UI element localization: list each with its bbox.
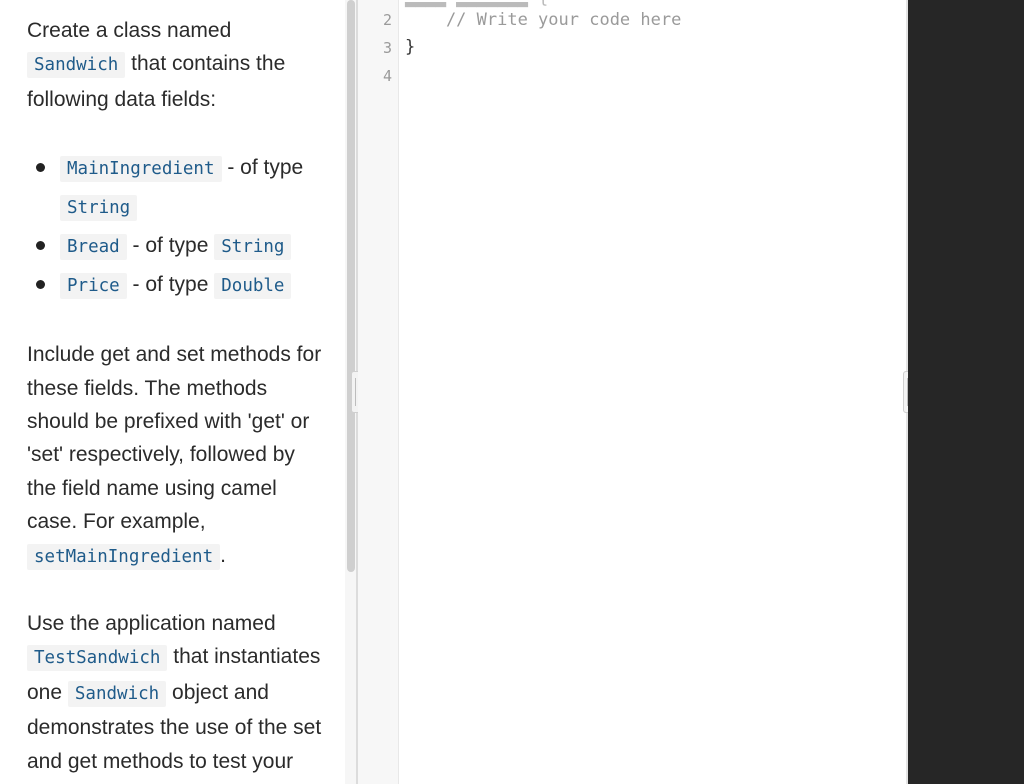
code-line-closing-brace[interactable]: } [405,37,415,57]
list-item: Price - of type Double [27,266,327,305]
code-sandwich: Sandwich [27,52,126,79]
code-test-class: TestSandwich [27,645,168,672]
line-number: 4 [382,67,392,85]
line-number: 2 [382,11,392,29]
code-editor[interactable]: 2 3 4 ▂▂▂▂ ▂▂▂▂▂▂▂ { // Write your code … [358,0,908,784]
instruction-paragraph-2: Include get and set methods for these fi… [27,338,327,574]
instruction-paragraph-1: Create a class named Sandwich that conta… [27,14,327,116]
code-example-method: setMainIngredient [27,543,221,570]
code-line-comment[interactable]: // Write your code here [405,10,681,30]
instruction-paragraph-3: Use the application named TestSandwich t… [27,607,327,784]
text: Use the application named [27,612,276,636]
output-panel [908,0,1024,784]
code-sandwich: Sandwich [67,680,167,707]
instructions-content: Create a class named Sandwich that conta… [27,14,327,784]
instructions-pane: Create a class named Sandwich that conta… [0,0,348,784]
line-number: 3 [382,39,392,57]
field-sep: - of type [132,234,209,258]
text: . [220,543,226,567]
field-type: String [214,234,292,261]
field-type: String [60,195,138,222]
text: Include get and set methods for these fi… [27,343,322,534]
field-sep: - of type [227,156,304,180]
field-sep: - of type [132,273,209,297]
field-name: Price [60,273,127,300]
list-item: Bread - of type String [27,227,327,266]
field-name: MainIngredient [60,156,222,183]
fields-list: MainIngredient - of type String Bread - … [27,149,327,305]
text: that contains the [131,52,286,76]
field-name: Bread [60,234,127,261]
field-type: Double [214,273,292,300]
list-item: MainIngredient - of type String [27,149,327,227]
text: following data fields: [27,87,217,111]
line-number-gutter: 2 3 4 [358,0,399,784]
text: Create a class named [27,19,232,42]
clipped-code-line: ▂▂▂▂ ▂▂▂▂▂▂▂ { [405,0,548,8]
instructions-scrollbar-thumb[interactable] [347,0,355,572]
